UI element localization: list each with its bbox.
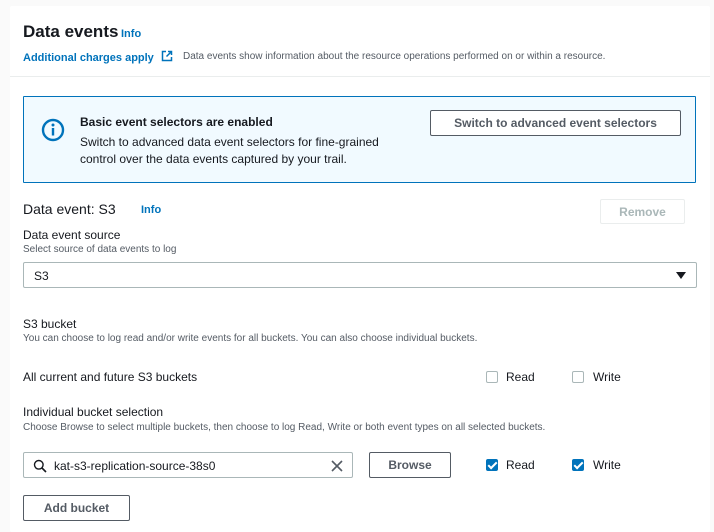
section-description: Data events show information about the r… (183, 51, 606, 62)
caret-down-icon (676, 272, 686, 279)
all-buckets-read-label: Read (506, 370, 535, 384)
all-buckets-read-checkbox[interactable] (486, 371, 498, 383)
alert-title: Basic event selectors are enabled (80, 115, 273, 129)
bucket-hint: You can choose to log read and/or write … (23, 333, 478, 344)
browse-button[interactable]: Browse (369, 452, 451, 478)
search-icon (33, 459, 47, 473)
bucket-title: S3 bucket (23, 317, 77, 331)
close-icon[interactable] (330, 459, 344, 473)
info-alert: Basic event selectors are enabled Switch… (23, 96, 696, 183)
all-buckets-write-label: Write (593, 370, 621, 384)
data-event-info-link[interactable]: Info (141, 204, 161, 216)
individual-hint: Choose Browse to select multiple buckets… (23, 422, 546, 433)
additional-charges-label: Additional charges apply (23, 52, 154, 64)
data-event-source-select[interactable]: S3 (23, 262, 697, 288)
external-link-icon (161, 50, 173, 62)
individual-write-label: Write (593, 458, 621, 472)
source-label: Data event source (23, 228, 121, 242)
section-title: Data events (23, 22, 119, 41)
alert-body: Switch to advanced data event selectors … (80, 135, 379, 166)
remove-button[interactable]: Remove (600, 199, 685, 224)
individual-write-checkbox[interactable] (572, 459, 584, 471)
divider (10, 76, 710, 77)
source-selected-value: S3 (34, 269, 49, 283)
all-buckets-write-checkbox[interactable] (572, 371, 584, 383)
individual-read-checkbox[interactable] (486, 459, 498, 471)
all-buckets-label: All current and future S3 buckets (23, 370, 198, 384)
additional-charges-link[interactable]: Additional charges apply (23, 50, 173, 64)
individual-read-label: Read (506, 458, 535, 472)
bucket-search-input[interactable]: kat-s3-replication-source-38s0 (23, 452, 353, 478)
source-hint: Select source of data events to log (23, 244, 177, 255)
add-bucket-button[interactable]: Add bucket (23, 495, 130, 521)
data-events-panel: Data events Info Additional charges appl… (10, 6, 710, 532)
section-info-link[interactable]: Info (121, 28, 141, 40)
bucket-search-value: kat-s3-replication-source-38s0 (54, 459, 216, 473)
switch-to-advanced-button[interactable]: Switch to advanced event selectors (430, 110, 681, 136)
data-event-title: Data event: S3 (23, 201, 116, 217)
individual-label: Individual bucket selection (23, 405, 164, 419)
info-circle-icon (41, 118, 65, 142)
